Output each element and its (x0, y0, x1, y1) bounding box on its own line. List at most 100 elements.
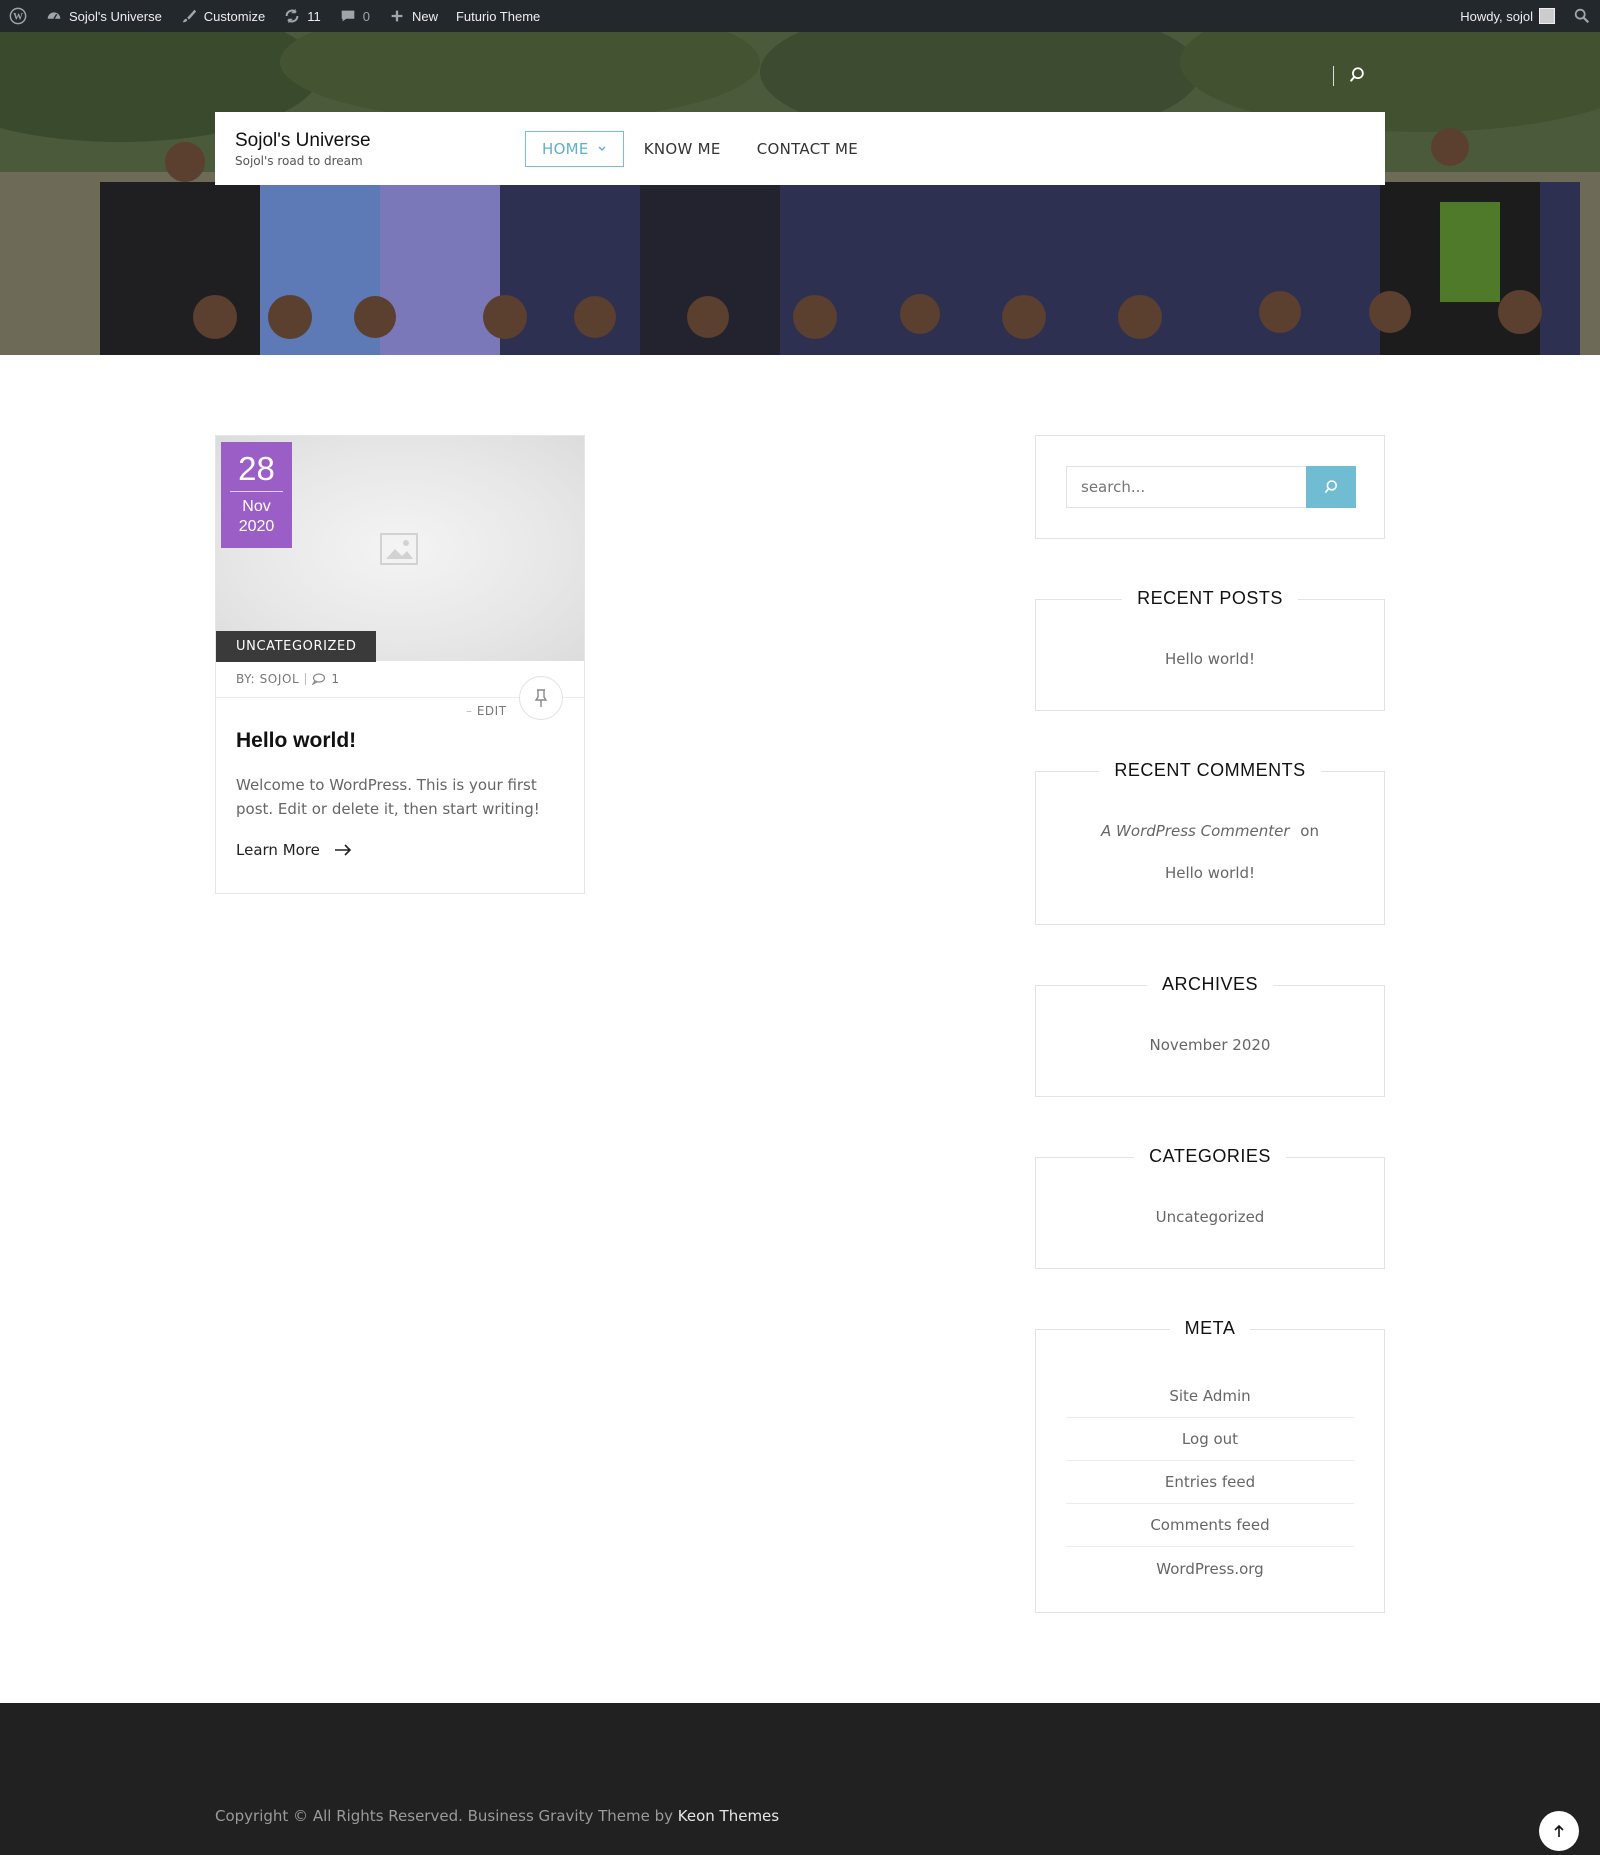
meta-link-log-out[interactable]: Log out (1066, 1418, 1354, 1461)
search-input[interactable] (1066, 466, 1306, 508)
widget-title: ARCHIVES (1036, 974, 1384, 995)
learn-more-link[interactable]: Learn More (236, 841, 352, 859)
search-widget (1035, 435, 1385, 539)
brush-icon (182, 9, 196, 23)
svg-text:W: W (13, 12, 23, 23)
widget-title: RECENT POSTS (1036, 588, 1384, 609)
archives-widget: ARCHIVES November 2020 (1035, 974, 1385, 1097)
categories-widget: CATEGORIES Uncategorized (1035, 1146, 1385, 1269)
search-icon (1349, 67, 1364, 82)
customize-label: Customize (203, 8, 266, 24)
plus-icon (391, 10, 403, 22)
widget-title-text: RECENT POSTS (1122, 588, 1298, 608)
widget-title-text: ARCHIVES (1146, 974, 1274, 994)
site-title[interactable]: Sojol's Universe (235, 130, 525, 152)
widget-title: META (1036, 1318, 1384, 1339)
comment-icon (341, 10, 355, 22)
post-comment-count[interactable]: 1 (331, 672, 339, 686)
post-title[interactable]: Hello world! (236, 729, 356, 753)
header-hero-image (0, 32, 1600, 355)
dashboard-icon (47, 12, 61, 20)
search-icon (1574, 8, 1590, 24)
nav-label: HOME (542, 139, 589, 158)
comment-icon (312, 673, 326, 685)
comments-link[interactable]: 0 (330, 0, 379, 32)
customize-link[interactable]: Customize (171, 0, 274, 32)
updates-link[interactable]: 11 (274, 0, 330, 32)
post-date-badge[interactable]: 28 Nov 2020 (221, 442, 292, 548)
post-card: 28 Nov 2020 UNCATEGORIZED BY: SOJOL 1 – … (215, 435, 585, 894)
updates-count: 11 (307, 8, 321, 24)
site-branding: Sojol's Universe Sojol's road to dream (215, 130, 525, 168)
comments-count: 0 (362, 8, 370, 24)
nav-label: KNOW ME (643, 139, 721, 158)
comment-on-text: on (1300, 822, 1319, 840)
nav-label: CONTACT ME (756, 139, 859, 158)
post-day: 28 (230, 442, 283, 492)
image-placeholder-icon (380, 533, 418, 565)
recent-posts-widget: RECENT POSTS Hello world! (1035, 588, 1385, 711)
search-form (1066, 466, 1356, 508)
theme-link[interactable]: Futurio Theme (447, 0, 549, 32)
arrow-up-icon (1554, 1824, 1564, 1837)
theme-author-link[interactable]: Keon Themes (678, 1807, 779, 1825)
edit-post-link[interactable]: – EDIT (466, 704, 507, 718)
meta-link-wordpress-org[interactable]: WordPress.org (1066, 1547, 1354, 1590)
howdy-label: Howdy, sojol (1460, 8, 1533, 24)
wordpress-menu[interactable]: W (0, 0, 36, 32)
widget-title-text: RECENT COMMENTS (1099, 760, 1321, 780)
post-excerpt: Welcome to WordPress. This is your first… (236, 776, 540, 818)
nav-item-contact-me[interactable]: CONTACT ME (741, 132, 874, 166)
meta-link-comments-feed[interactable]: Comments feed (1066, 1504, 1354, 1547)
new-label: New (411, 8, 438, 24)
meta-divider (305, 673, 307, 685)
nav-item-home[interactable]: HOME (525, 130, 624, 167)
my-account[interactable]: Howdy, sojol (1451, 0, 1564, 32)
comment-author-link[interactable]: A WordPress Commenter (1101, 822, 1289, 840)
site-tagline: Sojol's road to dream (235, 153, 363, 168)
comment-post-link[interactable]: Hello world! (1036, 864, 1384, 882)
widget-title: RECENT COMMENTS (1036, 760, 1384, 781)
site-name-label: Sojol's Universe (69, 8, 162, 24)
admin-search[interactable] (1564, 0, 1600, 32)
site-header: Sojol's Universe Sojol's road to dream H… (215, 112, 1385, 185)
wordpress-logo-icon: W (9, 7, 27, 25)
meta-link-site-admin[interactable]: Site Admin (1066, 1375, 1354, 1418)
edit-label: EDIT (476, 704, 507, 718)
updates-icon (285, 8, 299, 24)
search-button[interactable] (1306, 466, 1356, 508)
widget-title-text: CATEGORIES (1134, 1146, 1286, 1166)
copyright-text: Copyright © All Rights Reserved. Busines… (215, 1807, 779, 1825)
meta-list: Site Admin Log out Entries feed Comments… (1066, 1375, 1354, 1590)
search-icon (1324, 480, 1337, 494)
site-name-link[interactable]: Sojol's Universe (36, 0, 171, 32)
recent-post-link[interactable]: Hello world! (1036, 650, 1384, 668)
widget-title: CATEGORIES (1036, 1146, 1384, 1167)
nav-item-know-me[interactable]: KNOW ME (628, 132, 737, 166)
category-badge[interactable]: UNCATEGORIZED (216, 631, 377, 662)
recent-comments-widget: RECENT COMMENTS A WordPress Commenter on… (1035, 760, 1385, 925)
copyright-label: Copyright © All Rights Reserved. Busines… (215, 1807, 673, 1825)
sticky-pin-button[interactable] (519, 676, 563, 720)
meta-link-entries-feed[interactable]: Entries feed (1066, 1461, 1354, 1504)
post-author[interactable]: BY: SOJOL (236, 672, 299, 686)
recent-comment-line: A WordPress Commenter on (1036, 822, 1384, 840)
post-year: 2020 (238, 518, 275, 535)
post-meta: BY: SOJOL 1 (236, 672, 340, 686)
pin-icon (534, 689, 548, 707)
back-to-top-button[interactable] (1539, 1811, 1579, 1851)
arrow-right-icon (334, 844, 352, 856)
archive-link[interactable]: November 2020 (1036, 1036, 1384, 1054)
post-month: Nov (242, 498, 271, 515)
admin-bar: W Sojol's Universe Customize 11 0 New Fu… (0, 0, 1600, 32)
meta-widget: META Site Admin Log out Entries feed Com… (1035, 1318, 1385, 1613)
widget-title-text: META (1169, 1318, 1251, 1338)
main-navigation: HOME KNOW ME CONTACT ME (525, 130, 874, 167)
avatar (1539, 8, 1555, 24)
header-search-toggle[interactable] (1333, 66, 1366, 86)
site-footer: Copyright © All Rights Reserved. Busines… (0, 1703, 1600, 1855)
chevron-down-icon (598, 146, 606, 151)
learn-more-label: Learn More (236, 841, 320, 859)
new-content-link[interactable]: New (379, 0, 447, 32)
category-link[interactable]: Uncategorized (1036, 1208, 1384, 1226)
